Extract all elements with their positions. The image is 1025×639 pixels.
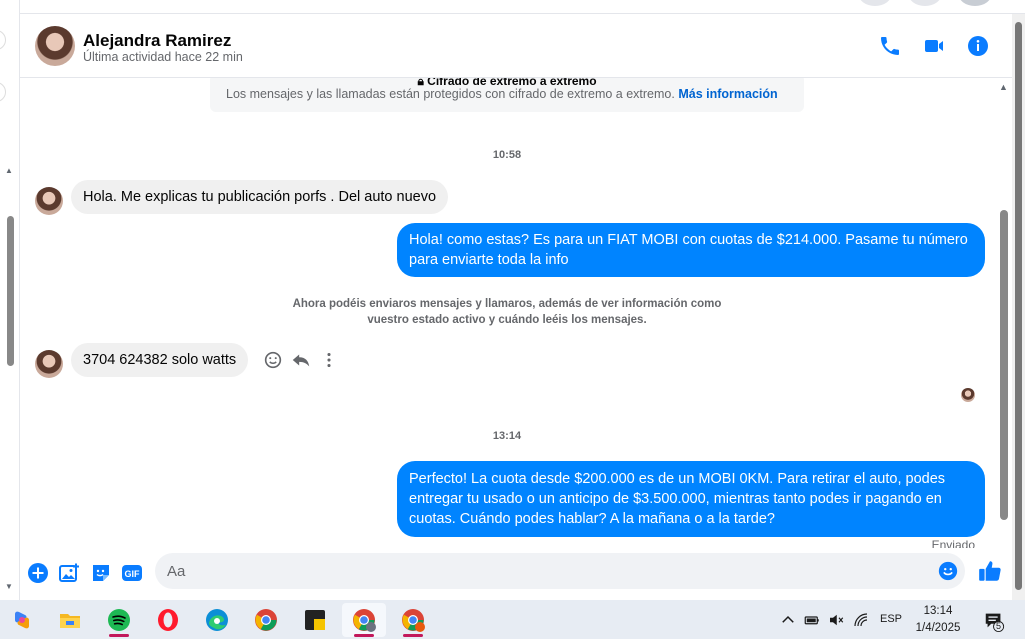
top-page-strip xyxy=(20,0,1025,14)
sticky-app-icon xyxy=(305,610,325,630)
more-options-icon[interactable] xyxy=(318,349,340,371)
sender-avatar[interactable] xyxy=(35,187,63,215)
clock-date: 1/4/2025 xyxy=(915,622,961,634)
chrome-profile-app[interactable] xyxy=(391,603,435,637)
sticker-icon[interactable] xyxy=(89,561,113,585)
more-info-link[interactable]: Más información xyxy=(678,87,777,101)
add-icon[interactable] xyxy=(26,561,50,585)
outgoing-message[interactable]: Perfecto! La cuota desde $200.000 es de … xyxy=(397,461,985,537)
chrome-profile-icon xyxy=(402,609,425,632)
contact-name[interactable]: Alejandra Ramirez xyxy=(83,31,231,51)
opera-app[interactable] xyxy=(146,603,190,637)
encryption-notice: 🔒︎ Cifrado de extremo a extremo Los mens… xyxy=(210,78,804,112)
running-indicator xyxy=(403,634,423,637)
sent-status: Enviado xyxy=(931,538,975,548)
file-explorer-icon xyxy=(60,614,80,628)
like-icon[interactable] xyxy=(977,558,1003,584)
spotify-app[interactable] xyxy=(97,603,141,637)
phone-icon[interactable] xyxy=(878,34,902,58)
notification-icon[interactable] xyxy=(983,610,1005,632)
scroll-up-arrow[interactable]: ▲ xyxy=(999,82,1008,92)
scroll-down-arrow[interactable]: ▼ xyxy=(5,582,13,591)
system-note: Ahora podéis enviaros mensajes y llamaro… xyxy=(292,298,722,326)
react-emoji-icon[interactable] xyxy=(262,349,284,371)
scrollbar-thumb[interactable] xyxy=(7,216,14,366)
file-explorer-app[interactable] xyxy=(48,603,92,637)
contact-status: Última actividad hace 22 min xyxy=(83,50,243,64)
notification-count: 5 xyxy=(996,621,1002,631)
incoming-message[interactable]: 3704 624382 solo watts xyxy=(71,343,249,377)
chat-scrollbar[interactable]: ▲ xyxy=(995,80,1011,600)
copilot-icon xyxy=(15,611,29,629)
chevron-up-icon[interactable] xyxy=(779,611,797,629)
opera-icon xyxy=(158,609,178,631)
background-button xyxy=(0,30,6,50)
reply-icon[interactable] xyxy=(290,349,312,371)
gif-label: GIF xyxy=(125,569,141,579)
spotify-icon xyxy=(108,609,130,631)
language-indicator[interactable]: ESP xyxy=(880,613,902,625)
message-input[interactable] xyxy=(155,553,965,589)
edge-icon xyxy=(206,609,228,631)
chrome-icon xyxy=(255,609,277,631)
photo-icon[interactable] xyxy=(57,561,81,585)
clock[interactable]: 13:14 1/4/2025 xyxy=(905,603,971,637)
scrollbar-thumb[interactable] xyxy=(1000,210,1008,520)
message-list: 🔒︎ Cifrado de extremo a extremo Los mens… xyxy=(20,78,995,548)
running-indicator xyxy=(354,634,374,637)
incoming-message[interactable]: Hola. Me explicas tu publicación porfs .… xyxy=(71,180,449,214)
running-indicator xyxy=(109,634,129,637)
edge-app[interactable] xyxy=(195,603,239,637)
background-button xyxy=(0,82,6,102)
chrome-profile-app[interactable] xyxy=(342,603,386,637)
timestamp: 13:14 xyxy=(492,430,522,442)
sender-avatar[interactable] xyxy=(35,350,63,378)
seen-avatar xyxy=(961,388,975,402)
encryption-body: Los mensajes y las llamadas están proteg… xyxy=(226,87,675,101)
emoji-icon[interactable] xyxy=(937,560,959,582)
contact-avatar[interactable] xyxy=(35,26,75,66)
message-composer: GIF xyxy=(20,548,1001,600)
chat-header: Alejandra Ramirez Última actividad hace … xyxy=(20,14,1012,78)
volume-muted-icon[interactable] xyxy=(827,611,845,629)
gif-icon[interactable]: GIF xyxy=(120,561,144,585)
chrome-app[interactable] xyxy=(244,603,288,637)
wifi-icon[interactable] xyxy=(852,611,870,629)
profile-avatar[interactable] xyxy=(958,0,992,6)
info-icon[interactable] xyxy=(966,34,990,58)
battery-icon[interactable] xyxy=(803,611,821,629)
outgoing-message[interactable]: Hola! como estas? Es para un FIAT MOBI c… xyxy=(397,223,985,277)
chrome-profile-icon xyxy=(353,609,376,632)
copilot-app[interactable] xyxy=(0,603,44,637)
top-button[interactable] xyxy=(908,0,942,6)
top-button[interactable] xyxy=(858,0,892,6)
left-scrollbar[interactable]: ▲ ▼ xyxy=(4,164,14,594)
page-scrollbar[interactable] xyxy=(1012,14,1025,600)
clock-time: 13:14 xyxy=(923,605,953,617)
chat-window: Alejandra Ramirez Última actividad hace … xyxy=(20,14,1012,600)
scrollbar-thumb[interactable] xyxy=(1015,22,1022,590)
video-camera-icon[interactable] xyxy=(922,34,946,58)
timestamp: 10:58 xyxy=(492,149,522,161)
scroll-up-arrow[interactable]: ▲ xyxy=(5,166,13,175)
taskbar: ESP 13:14 1/4/2025 5 xyxy=(0,600,1025,639)
sticky-app[interactable] xyxy=(293,603,337,637)
